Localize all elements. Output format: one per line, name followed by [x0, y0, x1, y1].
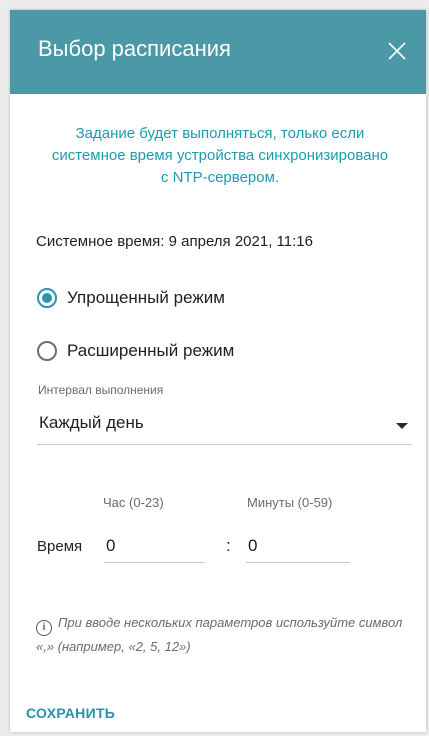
- radio-simple-mode[interactable]: Упрощенный режим: [37, 285, 225, 311]
- schedule-dialog: Выбор расписания Задание будет выполнять…: [10, 10, 426, 732]
- dialog-title: Выбор расписания: [38, 36, 231, 61]
- time-label: Время: [37, 538, 83, 555]
- interval-select[interactable]: Каждый день: [37, 406, 412, 445]
- save-button[interactable]: СОХРАНИТЬ: [26, 705, 115, 721]
- system-time: Системное время: 9 апреля 2021, 11:16: [36, 233, 313, 250]
- interval-select-value: Каждый день: [39, 413, 144, 432]
- hint-text: i При вводе нескольких параметров использ…: [36, 612, 406, 658]
- time-separator: :: [226, 536, 231, 555]
- radio-simple-mode-label: Упрощенный режим: [67, 288, 225, 307]
- hour-caption: Час (0-23): [103, 495, 164, 510]
- hour-input[interactable]: [104, 529, 205, 563]
- ntp-notice: Задание будет выполняться, только если с…: [51, 125, 389, 186]
- minute-input[interactable]: [246, 529, 350, 563]
- radio-unchecked-icon[interactable]: [37, 341, 57, 361]
- minute-caption: Минуты (0-59): [247, 495, 333, 510]
- info-icon: i: [36, 620, 52, 636]
- radio-advanced-mode[interactable]: Расширенный режим: [37, 338, 234, 364]
- hint-label: При вводе нескольких параметров использу…: [36, 615, 403, 654]
- radio-checked-icon[interactable]: [37, 288, 57, 308]
- interval-caption: Интервал выполнения: [38, 383, 164, 397]
- radio-advanced-mode-label: Расширенный режим: [67, 341, 235, 360]
- chevron-down-icon: [396, 423, 408, 429]
- dialog-header: Выбор расписания: [10, 10, 426, 94]
- close-icon[interactable]: [386, 40, 408, 62]
